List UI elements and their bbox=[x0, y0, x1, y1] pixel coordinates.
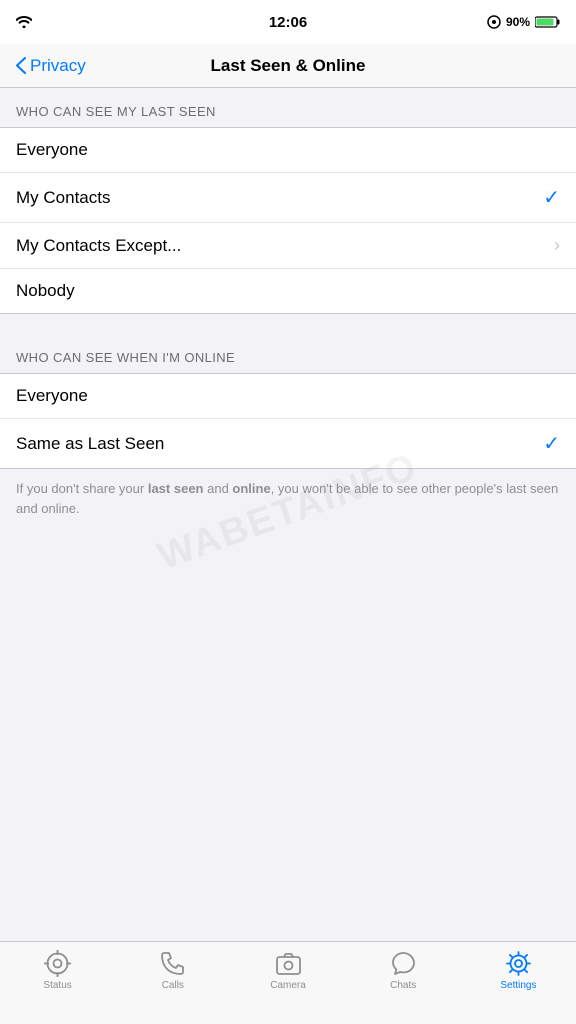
last-seen-list: Everyone My Contacts ✓ My Contacts Excep… bbox=[0, 127, 576, 314]
info-text: If you don't share your last seen and on… bbox=[0, 469, 576, 530]
tab-status[interactable]: Status bbox=[0, 950, 115, 991]
spacer-1 bbox=[0, 314, 576, 334]
online-same-label: Same as Last Seen bbox=[16, 434, 164, 454]
calls-label: Calls bbox=[162, 980, 184, 991]
chats-label: Chats bbox=[390, 980, 416, 991]
settings-icon bbox=[505, 950, 532, 977]
wifi-icon bbox=[16, 16, 32, 28]
chats-icon bbox=[390, 950, 417, 977]
last-seen-mycontacts-label: My Contacts bbox=[16, 188, 110, 208]
back-label: Privacy bbox=[30, 56, 86, 76]
nav-bar: Privacy Last Seen & Online bbox=[0, 44, 576, 88]
tab-calls[interactable]: Calls bbox=[115, 950, 230, 991]
calls-icon bbox=[159, 950, 186, 977]
info-bold-online: online bbox=[232, 481, 270, 496]
list-item-everyone-lastseen[interactable]: Everyone bbox=[0, 128, 576, 173]
settings-label: Settings bbox=[500, 980, 536, 991]
mycontacts-except-chevron: › bbox=[554, 235, 560, 256]
battery-icon bbox=[535, 16, 560, 28]
back-chevron-icon bbox=[16, 57, 26, 74]
camera-icon bbox=[275, 950, 302, 977]
status-label: Status bbox=[43, 980, 71, 991]
camera-label: Camera bbox=[270, 980, 306, 991]
info-mid: and bbox=[204, 481, 233, 496]
online-section-header: WHO CAN SEE WHEN I'M ONLINE bbox=[0, 334, 576, 373]
battery-percent: 90% bbox=[506, 15, 530, 29]
last-seen-section-header: WHO CAN SEE MY LAST SEEN bbox=[0, 88, 576, 127]
list-item-mycontacts-lastseen[interactable]: My Contacts ✓ bbox=[0, 173, 576, 223]
status-bar: 12:06 90% bbox=[0, 0, 576, 44]
status-time: 12:06 bbox=[269, 14, 307, 31]
tab-settings[interactable]: Settings bbox=[461, 950, 576, 991]
page-title: Last Seen & Online bbox=[211, 56, 366, 76]
last-seen-nobody-label: Nobody bbox=[16, 281, 75, 301]
location-icon bbox=[487, 15, 501, 29]
status-icon bbox=[44, 950, 71, 977]
status-left bbox=[16, 16, 32, 28]
tab-chats[interactable]: Chats bbox=[346, 950, 461, 991]
info-bold-lastseen: last seen bbox=[148, 481, 204, 496]
last-seen-everyone-label: Everyone bbox=[16, 140, 88, 160]
mycontacts-checkmark: ✓ bbox=[543, 185, 560, 210]
online-list: Everyone Same as Last Seen ✓ bbox=[0, 373, 576, 469]
list-item-same-as-last-seen[interactable]: Same as Last Seen ✓ bbox=[0, 419, 576, 468]
tab-bar: Status Calls Camera Chats Settings bbox=[0, 941, 576, 1024]
list-item-mycontacts-except[interactable]: My Contacts Except... › bbox=[0, 223, 576, 269]
list-item-nobody-lastseen[interactable]: Nobody bbox=[0, 269, 576, 313]
online-everyone-label: Everyone bbox=[16, 386, 88, 406]
last-seen-mycontacts-except-label: My Contacts Except... bbox=[16, 236, 181, 256]
tab-camera[interactable]: Camera bbox=[230, 950, 345, 991]
back-button[interactable]: Privacy bbox=[16, 56, 86, 76]
same-as-lastseen-checkmark: ✓ bbox=[543, 431, 560, 456]
info-prefix: If you don't share your bbox=[16, 481, 148, 496]
list-item-everyone-online[interactable]: Everyone bbox=[0, 374, 576, 419]
status-right: 90% bbox=[487, 15, 560, 29]
